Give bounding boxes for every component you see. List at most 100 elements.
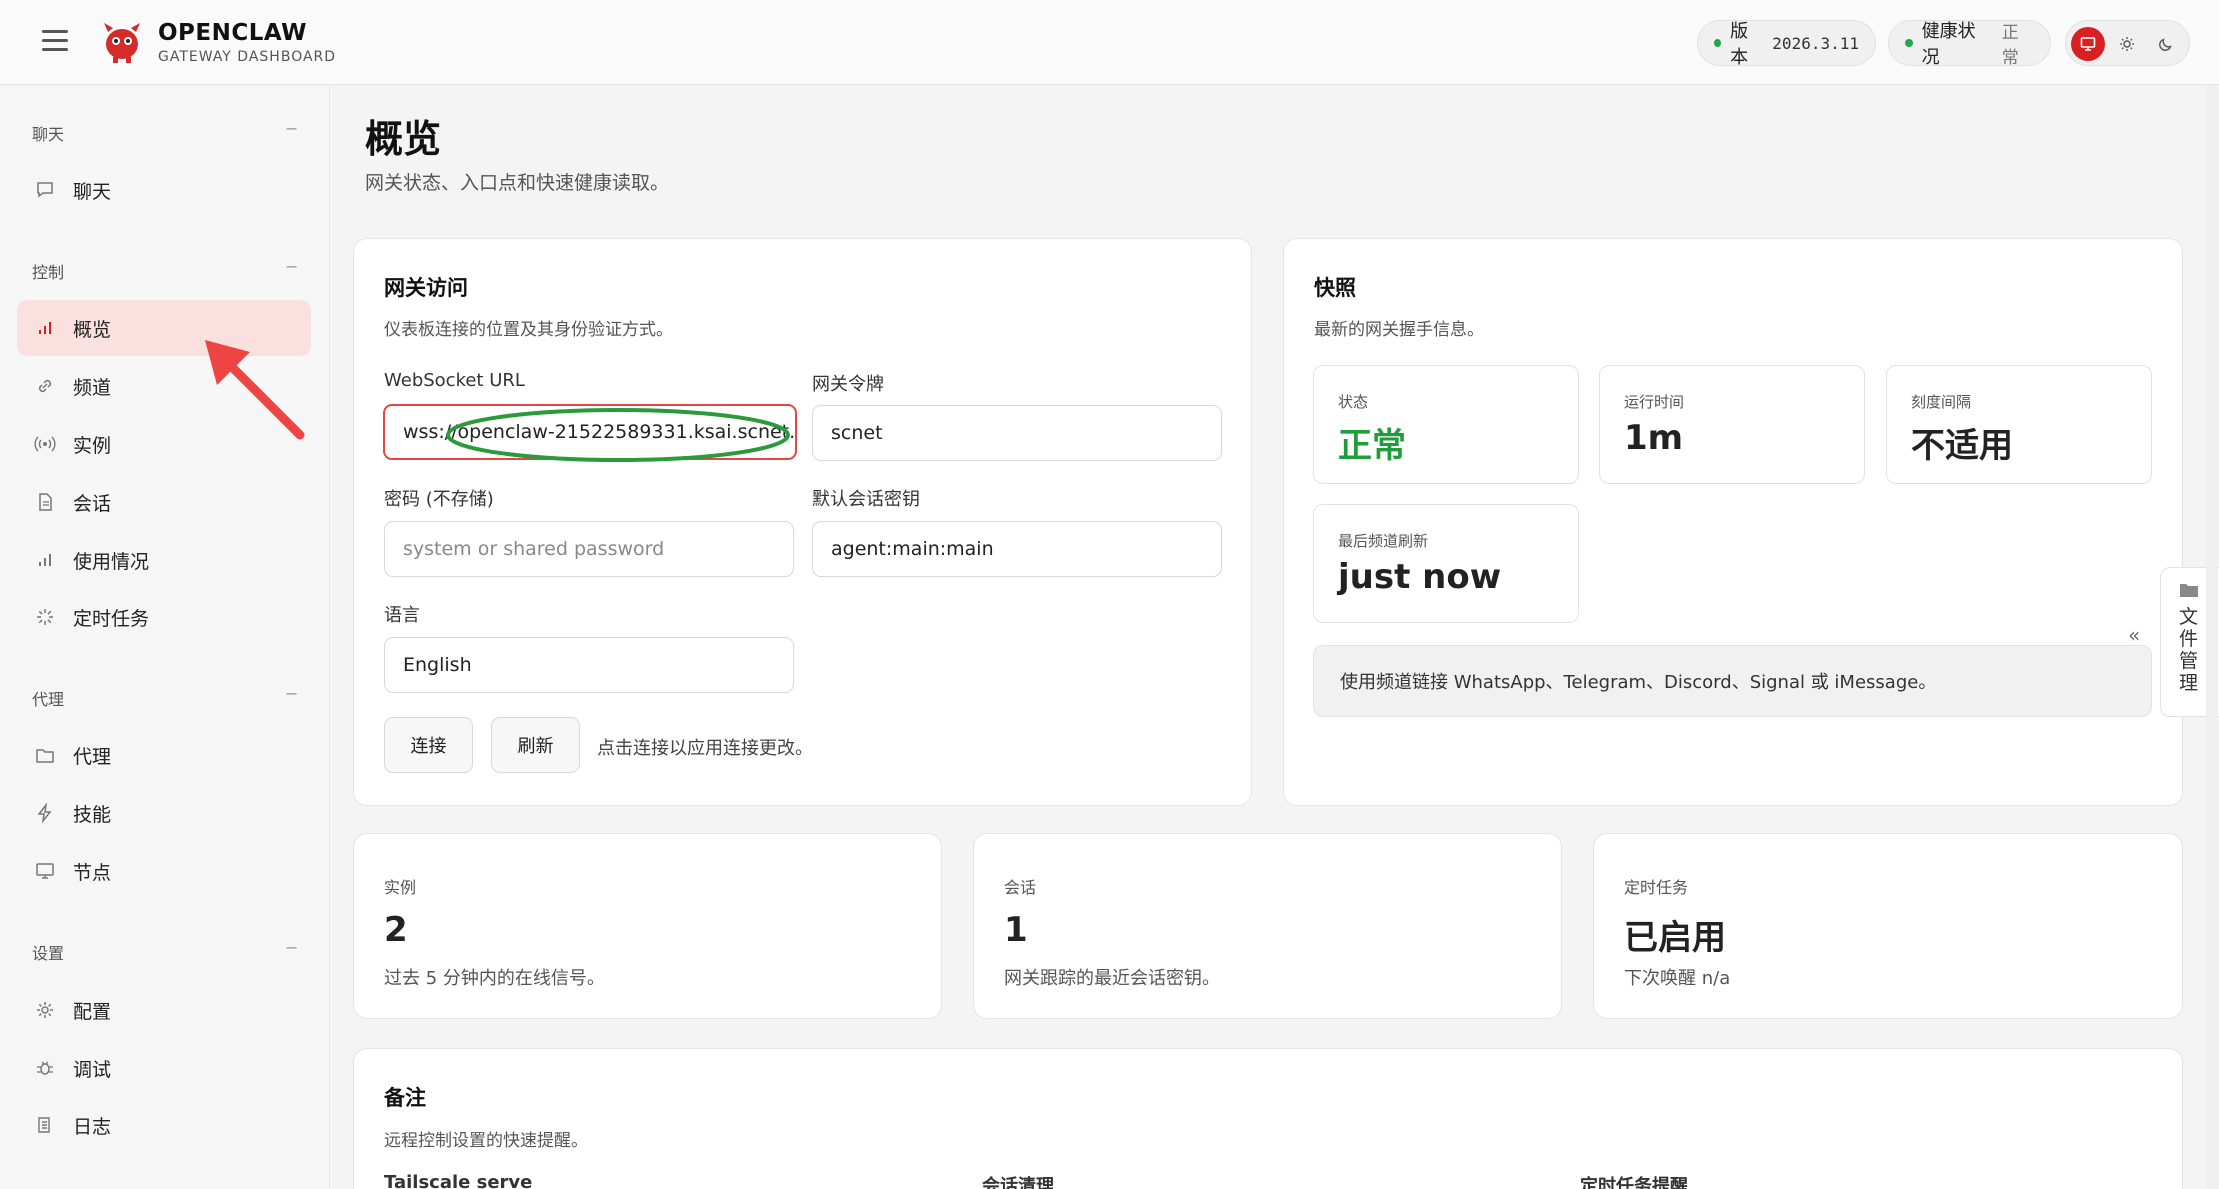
sidebar-item-label: 概览 — [73, 318, 112, 341]
notes-column-heading: Tailscale serve — [384, 1172, 533, 1189]
password-placeholder: system or shared password — [403, 538, 665, 560]
link-icon — [34, 375, 56, 397]
monitor-icon — [34, 860, 56, 882]
scrollbar[interactable] — [2206, 85, 2218, 1189]
sidebar-item-agents[interactable]: 代理 — [17, 727, 311, 783]
gateway-token-input[interactable]: scnet — [812, 405, 1222, 461]
sidebar-item-skills[interactable]: 技能 — [17, 785, 311, 841]
page-title: 概览 — [365, 117, 442, 161]
stat-label: 最后频道刷新 — [1338, 532, 1429, 550]
moon-icon[interactable] — [2149, 27, 2183, 61]
page-subtitle: 网关状态、入口点和快速健康读取。 — [365, 172, 670, 194]
sidebar-item-debug[interactable]: 调试 — [17, 1040, 311, 1096]
bug-icon — [34, 1057, 56, 1079]
folder-icon — [34, 744, 56, 766]
stat-label: 状态 — [1338, 393, 1369, 411]
sun-icon[interactable] — [2110, 27, 2144, 61]
instances-card: 实例 2 过去 5 分钟内的在线信号。 — [353, 833, 942, 1019]
language-label: 语言 — [384, 605, 420, 626]
sidebar-item-nodes[interactable]: 节点 — [17, 843, 311, 899]
language-value: English — [403, 654, 472, 676]
stat-status: 状态 正常 — [1313, 365, 1579, 484]
gateway-card-subtitle: 仪表板连接的位置及其身份验证方式。 — [384, 320, 673, 340]
connect-button[interactable]: 连接 — [384, 717, 473, 773]
card-description: 过去 5 分钟内的在线信号。 — [384, 968, 605, 989]
lightning-icon — [34, 802, 56, 824]
sidebar-item-chat[interactable]: 聊天 — [17, 162, 311, 218]
sidebar-item-label: 代理 — [73, 745, 112, 768]
notes-card — [353, 1048, 2183, 1189]
stat-value: 1m — [1624, 418, 1684, 458]
annotation-arrow-icon — [205, 340, 305, 440]
health-label: 健康状况 — [1921, 21, 1976, 68]
collapse-toggle-icon[interactable]: − — [285, 257, 298, 276]
card-description: 网关跟踪的最近会话密钥。 — [1004, 968, 1220, 989]
password-input[interactable]: system or shared password — [384, 521, 794, 577]
sessions-card: 会话 1 网关跟踪的最近会话密钥。 — [973, 833, 1562, 1019]
sidebar-item-config[interactable]: 配置 — [17, 982, 311, 1038]
section-title-control: 控制 — [32, 263, 65, 282]
sidebar-item-label: 会话 — [73, 492, 112, 515]
connect-hint: 点击连接以应用连接更改。 — [597, 738, 813, 759]
card-value: 1 — [1004, 910, 1028, 950]
stat-label: 刻度间隔 — [1911, 393, 1972, 411]
stat-value: 不适用 — [1911, 426, 2013, 466]
notes-card-subtitle: 远程控制设置的快速提醒。 — [384, 1131, 588, 1151]
cron-card: 定时任务 已启用 下次唤醒 n/a — [1593, 833, 2183, 1019]
sidebar-item-label: 使用情况 — [73, 550, 150, 573]
gateway-token-value: scnet — [831, 422, 883, 444]
sidebar-item-usage[interactable]: 使用情况 — [17, 532, 311, 588]
card-label: 实例 — [384, 878, 417, 897]
sidebar-item-label: 技能 — [73, 803, 112, 826]
gateway-card-title: 网关访问 — [384, 276, 468, 300]
chat-icon — [34, 179, 56, 201]
version-label: 版本 — [1730, 21, 1749, 68]
health-badge: 健康状况 正常 — [1888, 20, 2051, 68]
sidebar-item-label: 节点 — [73, 861, 112, 884]
notes-card-title: 备注 — [384, 1086, 426, 1110]
collapse-toggle-icon[interactable]: − — [285, 684, 298, 703]
brand-title: OPENCLAW — [158, 20, 308, 46]
sidebar: 聊天 − 聊天 控制 − 概览 频道 实例 会话 使用情况 定时任务 代理 − … — [0, 85, 330, 1189]
sidebar-item-label: 日志 — [73, 1115, 112, 1138]
refresh-button[interactable]: 刷新 — [491, 717, 580, 773]
sidebar-item-label: 频道 — [73, 376, 112, 399]
card-value: 已启用 — [1624, 918, 1726, 958]
openclaw-logo — [99, 18, 145, 64]
stat-tick-interval: 刻度间隔 不适用 — [1886, 365, 2152, 484]
version-value: 2026.3.11 — [1772, 33, 1859, 53]
sidebar-item-logs[interactable]: 日志 — [17, 1097, 311, 1153]
snapshot-card-subtitle: 最新的网关握手信息。 — [1314, 320, 1484, 340]
session-key-value: agent:main:main — [831, 538, 994, 560]
section-title-settings: 设置 — [32, 944, 65, 963]
session-key-input[interactable]: agent:main:main — [812, 521, 1222, 577]
document-icon — [34, 491, 56, 513]
brand-subtitle: GATEWAY DASHBOARD — [158, 49, 337, 65]
file-manager-label: 文件管理 — [2179, 606, 2199, 694]
status-dot-icon — [1905, 39, 1913, 47]
stat-label: 运行时间 — [1624, 393, 1685, 411]
collapse-panel-icon[interactable]: « — [2128, 623, 2140, 647]
bar-chart-icon — [34, 317, 56, 339]
sidebar-item-label: 定时任务 — [73, 607, 150, 630]
stat-uptime: 运行时间 1m — [1599, 365, 1865, 484]
status-dot-icon — [1714, 39, 1722, 47]
websocket-url-label: WebSocket URL — [384, 370, 525, 391]
monitor-icon[interactable] — [2071, 27, 2105, 61]
folder-icon — [2180, 584, 2198, 597]
sidebar-item-sessions[interactable]: 会话 — [17, 474, 311, 530]
language-select[interactable]: English — [384, 637, 794, 693]
section-title-chat: 聊天 — [32, 125, 65, 144]
session-key-label: 默认会话密钥 — [812, 489, 920, 510]
snapshot-card-title: 快照 — [1314, 276, 1356, 300]
stat-value: 正常 — [1338, 426, 1406, 466]
section-title-agent: 代理 — [32, 690, 65, 709]
theme-switcher — [2065, 20, 2190, 66]
collapse-toggle-icon[interactable]: − — [285, 119, 298, 138]
sidebar-item-label: 调试 — [73, 1058, 112, 1081]
notes-column-heading: 会话清理 — [982, 1176, 1054, 1189]
sidebar-item-cron[interactable]: 定时任务 — [17, 589, 311, 645]
menu-icon[interactable] — [42, 30, 68, 52]
collapse-toggle-icon[interactable]: − — [285, 938, 298, 957]
card-label: 会话 — [1004, 878, 1037, 897]
